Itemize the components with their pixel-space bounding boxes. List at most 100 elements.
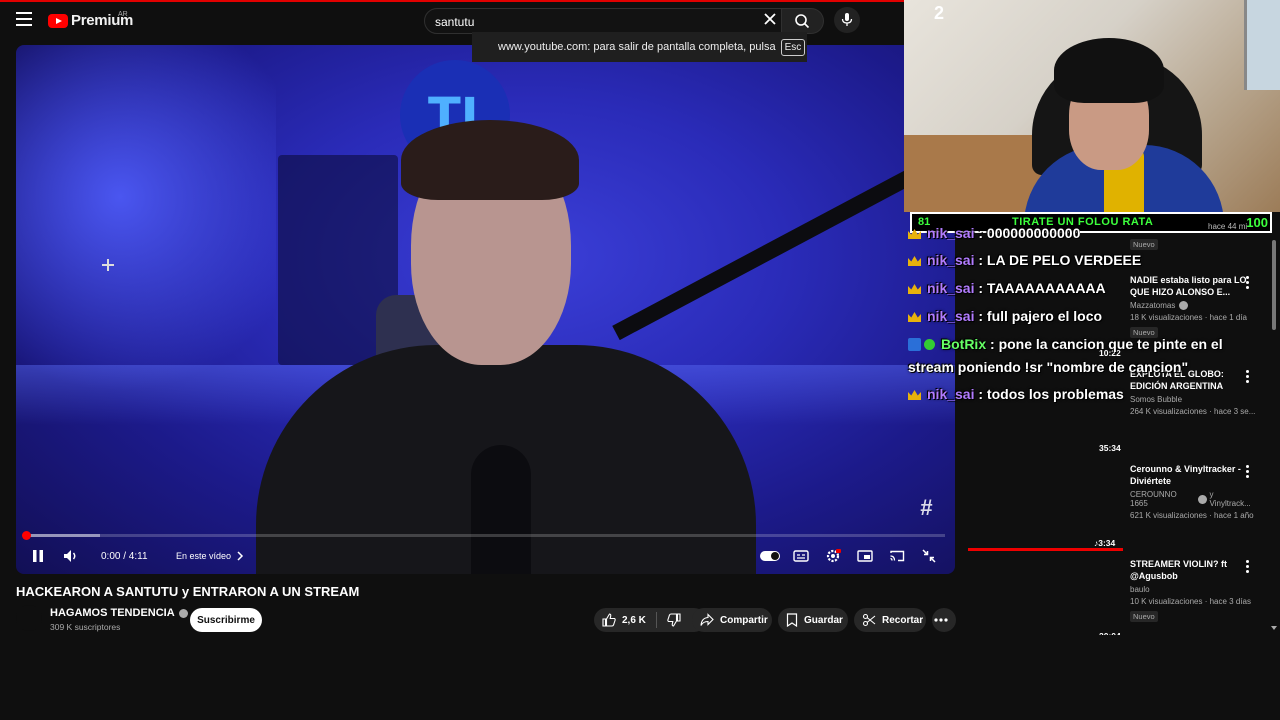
channel-name-link[interactable]: HAGAMOS TENDENCIA	[50, 607, 188, 619]
chevron-right-icon	[237, 551, 244, 561]
screen: Premium AR santutu TI # 0:00 / 4:11 En e…	[0, 0, 1280, 720]
recommendation-title[interactable]: NADIE estaba listo para LO QUE HIZO ALON…	[1130, 274, 1255, 298]
recommendation-channel-name-2: y Vinyltrack...	[1209, 490, 1251, 508]
channel-name: HAGAMOS TENDENCIA	[50, 607, 175, 619]
chat-username: nik_sai	[927, 386, 975, 402]
banner-right-count: 100	[1246, 215, 1268, 230]
channel-watermark-icon[interactable]: #	[920, 495, 944, 520]
recommendation-channel[interactable]: Mazzatomas	[1130, 301, 1255, 310]
list-item[interactable]: STREAMER VIOLIN? ft @Agusbob baulo 10 K …	[1130, 558, 1255, 624]
chat-text: : 000000000000	[978, 225, 1081, 240]
pause-button[interactable]	[28, 546, 48, 566]
recommendation-meta: 10 K visualizaciones · hace 3 días	[1130, 597, 1251, 606]
list-item[interactable]: NADIE estaba listo para LO QUE HIZO ALON…	[1130, 274, 1255, 340]
dislike-button[interactable]	[667, 613, 687, 627]
crown-icon	[908, 256, 921, 266]
voice-search-button[interactable]	[834, 7, 860, 33]
save-button[interactable]: Guardar	[778, 608, 848, 632]
autoplay-toggle[interactable]	[760, 551, 780, 561]
chat-message-continuation: stream poniendo !sr "nombre de cancion"	[908, 356, 1188, 378]
crown-icon	[908, 229, 921, 239]
chat-message: nik_sai : LA DE PELO VERDEEE	[908, 249, 1141, 271]
video-player[interactable]: TI # 0:00 / 4:11 En este vídeo	[16, 45, 955, 574]
recommendation-channel[interactable]: CEROUNNO 1665 y Vinyltrack...	[1130, 490, 1255, 508]
recommendation-title[interactable]: Cerounno & Vinyltracker - Diviértete	[1130, 463, 1255, 487]
recommendation-title[interactable]: STREAMER VIOLIN? ft @Agusbob	[1130, 558, 1255, 582]
chat-text: stream poniendo !sr "nombre de cancion"	[908, 359, 1189, 375]
avatar[interactable]	[16, 605, 42, 631]
recommendation-channel-name: Mazzatomas	[1130, 301, 1176, 310]
share-button[interactable]: Compartir	[692, 608, 772, 632]
scroll-down-icon[interactable]	[1270, 625, 1278, 631]
chapter-label: En este vídeo	[176, 551, 232, 561]
video-duration: ♪3:34	[1094, 538, 1115, 548]
recommendation-channel[interactable]: Somos Bubble	[1130, 395, 1255, 404]
video-title: HACKEARON A SANTUTU y ENTRARON A UN STRE…	[16, 584, 360, 599]
miniplayer-button[interactable]	[856, 546, 874, 566]
volume-icon	[64, 550, 76, 562]
chapter-button[interactable]: En este vídeo	[168, 546, 252, 566]
fullscreen-notice: www.youtube.com: para salir de pantalla …	[472, 32, 807, 62]
video-duration: 20:04	[1099, 631, 1121, 635]
clip-button[interactable]: Recortar	[854, 608, 926, 632]
more-vertical-icon[interactable]	[1245, 276, 1251, 290]
cast-button[interactable]	[888, 546, 906, 566]
bookmark-icon	[786, 613, 798, 627]
subscriber-count: 309 K suscriptores	[50, 622, 121, 632]
scissors-icon	[862, 613, 876, 627]
share-icon	[700, 613, 714, 626]
esc-key-hint: Esc	[780, 38, 806, 56]
exit-fullscreen-icon	[922, 549, 936, 563]
verified-bot-icon	[924, 339, 935, 350]
webcam-window	[1244, 0, 1280, 90]
chat-text: : todos los problemas	[978, 386, 1124, 402]
menu-icon[interactable]	[16, 12, 32, 26]
more-vertical-icon[interactable]	[1245, 370, 1251, 384]
close-icon[interactable]	[762, 11, 778, 27]
search-button[interactable]	[782, 8, 824, 34]
watch-progress-bar	[968, 548, 1123, 551]
search-input[interactable]: santutu	[424, 8, 782, 34]
settings-button[interactable]	[824, 546, 842, 566]
thumbs-down-icon	[667, 613, 681, 627]
mute-button[interactable]	[60, 546, 82, 566]
more-horizontal-icon	[934, 618, 948, 622]
progress-bar[interactable]	[22, 531, 945, 540]
new-badge: Nuevo	[1130, 611, 1158, 622]
pause-icon	[33, 550, 43, 562]
verified-icon	[178, 608, 188, 618]
recommendation-meta: 264 K visualizaciones · hace 3 se...	[1130, 407, 1256, 416]
crown-icon	[908, 390, 921, 400]
cast-icon	[890, 550, 905, 562]
like-button[interactable]: 2,6 K	[602, 613, 646, 627]
more-actions-button[interactable]	[932, 608, 956, 632]
like-count: 2,6 K	[622, 614, 646, 626]
bot-badge-icon	[908, 338, 921, 351]
chat-text: : pone la cancion que te pinte en el	[990, 336, 1223, 352]
share-label: Compartir	[720, 614, 768, 626]
chat-message: BotRix : pone la cancion que te pinte en…	[908, 333, 1223, 355]
more-vertical-icon[interactable]	[1245, 560, 1251, 574]
scrubber-handle[interactable]	[22, 531, 31, 540]
sidebar-scrollbar[interactable]	[1272, 240, 1276, 330]
gear-icon	[826, 549, 841, 563]
clip-label: Recortar	[882, 614, 924, 626]
list-item[interactable]: Cerounno & Vinyltracker - Diviértete CER…	[1130, 463, 1255, 520]
crown-icon	[908, 312, 921, 322]
verified-icon	[1179, 301, 1189, 310]
exit-fullscreen-button[interactable]	[920, 546, 938, 566]
subtitles-icon	[793, 550, 809, 562]
search-query: santutu	[435, 15, 475, 29]
subscribe-button[interactable]: Suscribirme	[190, 608, 262, 632]
subtitles-button[interactable]	[792, 546, 810, 566]
like-dislike-group: 2,6 K	[594, 608, 706, 632]
chat-username: BotRix	[941, 336, 987, 352]
webcam-hair	[1054, 38, 1164, 103]
search-icon	[795, 14, 810, 29]
chat-text: : LA DE PELO VERDEEE	[978, 252, 1142, 268]
more-vertical-icon[interactable]	[1245, 465, 1251, 479]
chat-username: nik_sai	[927, 280, 975, 296]
buffered-bar	[26, 534, 100, 537]
chat-message: nik_sai : full pajero el loco	[908, 305, 1102, 327]
recommendation-channel[interactable]: baulo	[1130, 585, 1255, 594]
